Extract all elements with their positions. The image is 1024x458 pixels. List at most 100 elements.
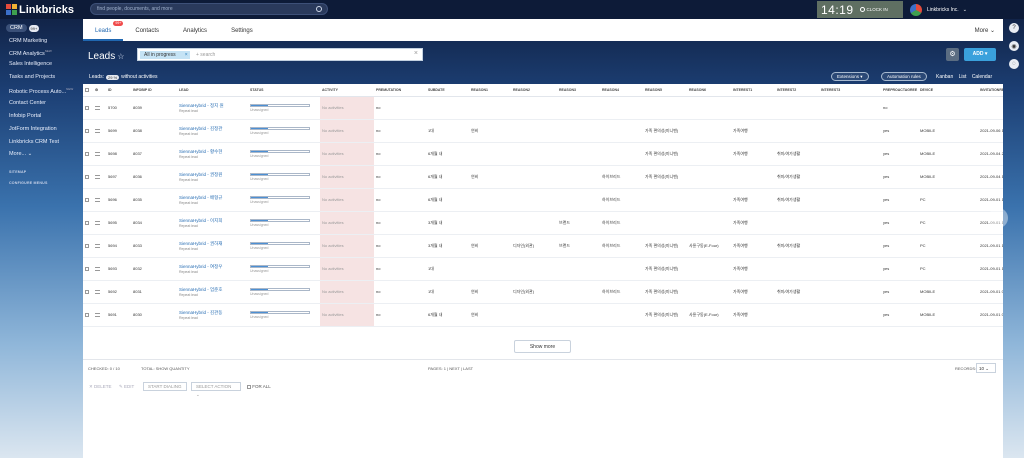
cell-status[interactable]: Unassigned [248,165,320,189]
sitemap-link[interactable]: SITEMAP [9,170,26,174]
notifications-icon[interactable]: ◌ [1009,59,1019,69]
sidebar-item-crm-analytics[interactable]: CRM AnalyticsNEW [9,49,52,57]
column-header[interactable]: REASON3 [557,84,600,97]
cell-status[interactable]: Unassigned [248,119,320,143]
cell-status[interactable]: Unassigned [248,96,320,120]
view-calendar[interactable]: Calendar [972,74,992,80]
configure-menus-link[interactable]: CONFIGURE MENUS [9,181,48,185]
status-progress-bar[interactable] [250,310,310,314]
cell-lead[interactable]: SiennaHybrid - 여정우 Repeat lead [177,257,248,281]
row-menu-icon[interactable] [95,266,100,271]
column-header[interactable]: ACTIVITY [320,84,374,97]
row-menu-icon[interactable] [95,128,100,133]
start-dialing-button[interactable]: START DIALING [143,382,187,391]
row-checkbox[interactable] [85,128,89,133]
star-icon[interactable]: ☆ [117,52,124,61]
view-kanban[interactable]: Kanban [936,74,953,80]
pagination[interactable]: PAGES: 1 | NEXT | LAST [428,366,473,371]
total-show-quantity[interactable]: TOTAL: SHOW QUANTITY [141,366,190,371]
sidebar-item-rpa[interactable]: Robotic Process Auto...NEW [9,87,73,95]
chevron-right-icon[interactable]: › [988,208,1008,228]
gear-icon[interactable]: ⚙ [946,48,959,61]
status-progress-bar[interactable] [250,172,310,176]
tab-settings[interactable]: Settings [219,19,265,41]
row-menu-icon[interactable] [95,220,100,225]
table-row[interactable]: 5695 8034 SiennaHybrid - 이지희 Repeat lead Una… [83,211,1003,235]
column-header[interactable]: INVITATIONRECEI [978,84,1003,97]
table-row[interactable]: 5693 8032 SiennaHybrid - 여정우 Repeat lead Una… [83,257,1003,281]
row-checkbox[interactable] [85,105,89,110]
column-header[interactable]: SUBDATE [426,84,469,97]
show-more-button[interactable]: Show more [514,340,571,353]
column-header[interactable]: REASON2 [511,84,557,97]
status-progress-bar[interactable] [250,287,310,291]
table-row[interactable]: 5691 8030 SiennaHybrid - 김관동 Repeat lead Una… [83,303,1003,327]
view-list[interactable]: List [959,74,967,80]
table-row[interactable]: 5692 8031 SiennaHybrid - 엄준호 Repeat lead Una… [83,280,1003,304]
table-row[interactable]: 5696 8035 SiennaHybrid - 배형규 Repeat lead Una… [83,188,1003,212]
row-menu-icon[interactable] [95,312,100,317]
delete-button[interactable]: ✕ DELETE [89,384,112,390]
row-menu-icon[interactable] [95,289,100,294]
status-progress-bar[interactable] [250,195,310,199]
help-icon[interactable]: ? [1009,23,1019,33]
column-header[interactable]: REASON5 [643,84,687,97]
tab-leads[interactable]: Leads 99+ [83,19,124,41]
clock-widget[interactable]: 14:19 CLOCK IN [817,1,903,18]
clear-icon[interactable]: × [414,50,418,57]
row-menu-icon[interactable] [95,174,100,179]
cell-activity[interactable]: No activities [320,142,374,166]
filter-chip[interactable]: All in progress × [140,51,190,59]
column-header[interactable]: INTEREST2 [775,84,819,97]
add-button[interactable]: ADD ▾ [964,48,996,61]
table-row[interactable]: 5694 8033 SiennaHybrid - 권하재 Repeat lead Una… [83,234,1003,258]
sidebar-item-more[interactable]: More... ⌄ [9,151,32,157]
status-progress-bar[interactable] [250,241,310,245]
cell-activity[interactable]: No activities [320,165,374,189]
status-progress-bar[interactable] [250,103,310,107]
cell-lead[interactable]: SiennaHybrid - 엄준호 Repeat lead [177,280,248,304]
row-checkbox[interactable] [85,289,89,294]
sidebar-item-tasks[interactable]: Tasks and Projects [9,74,55,80]
cell-activity[interactable]: No activities [320,119,374,143]
column-header[interactable]: INTEREST3 [819,84,881,97]
tab-analytics[interactable]: Analytics [171,19,219,41]
row-menu-icon[interactable] [95,151,100,156]
cell-lead[interactable]: SiennaHybrid - 배형규 Repeat lead [177,188,248,212]
row-checkbox[interactable] [85,266,89,271]
sidebar-item-infobip[interactable]: Infobip Portal [9,113,41,119]
sidebar-item-jotform[interactable]: JotForm Integration [9,126,57,132]
column-header[interactable]: REASON1 [469,84,511,97]
cell-activity[interactable]: No activities [320,257,374,281]
edit-button[interactable]: ✎ EDIT [119,384,134,390]
row-checkbox[interactable] [85,151,89,156]
cell-lead[interactable]: SiennaHybrid - 정지 원 Repeat lead [177,96,248,120]
status-progress-bar[interactable] [250,149,310,153]
column-header[interactable]: REASON4 [600,84,643,97]
more-tabs-button[interactable]: More ⌄ [975,19,995,43]
select-action-dropdown[interactable]: SELECT ACTION ⌄ [191,382,241,397]
row-checkbox[interactable] [85,174,89,179]
column-header[interactable]: STATUS [248,84,320,97]
status-progress-bar[interactable] [250,264,310,268]
row-checkbox[interactable] [85,243,89,248]
cell-status[interactable]: Unassigned [248,188,320,212]
cell-activity[interactable]: No activities [320,280,374,304]
sidebar-item-crm-marketing[interactable]: CRM Marketing [9,38,47,44]
column-header[interactable]: LEAD [177,84,248,97]
cell-activity[interactable]: No activities [320,96,374,120]
row-menu-icon[interactable] [95,243,100,248]
cell-lead[interactable]: SiennaHybrid - 김관동 Repeat lead [177,303,248,327]
clock-in-button[interactable]: CLOCK IN [859,7,888,12]
row-menu-icon[interactable] [95,197,100,202]
sidebar-item-sales-intelligence[interactable]: Sales Intelligence [9,61,52,67]
cell-status[interactable]: Unassigned [248,234,320,258]
settings-icon[interactable]: ⚙ [95,88,98,92]
status-progress-bar[interactable] [250,126,310,130]
tab-contacts[interactable]: Contacts [123,19,171,41]
table-row[interactable]: 5697 8036 SiennaHybrid - 권정원 Repeat lead Una… [83,165,1003,189]
column-header[interactable]: ID [106,84,131,97]
cell-activity[interactable]: No activities [320,211,374,235]
sidebar-crm[interactable]: CRM 99+ [6,24,40,32]
cell-status[interactable]: Unassigned [248,211,320,235]
